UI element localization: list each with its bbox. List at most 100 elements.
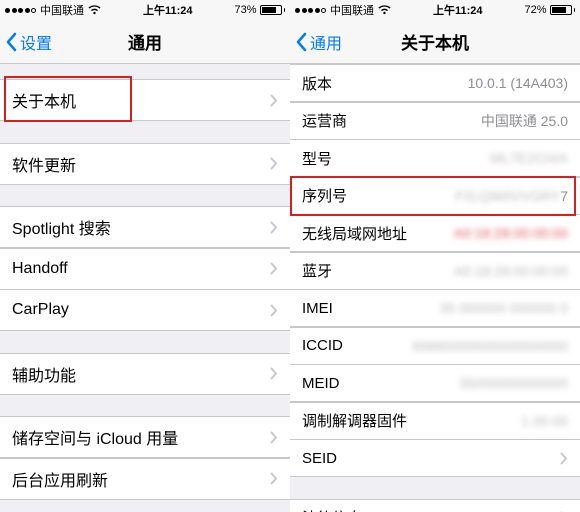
- about-row[interactable]: 蓝牙 A0:18:28:00:00:00: [290, 252, 580, 290]
- nav-bar: 设置 通用: [0, 20, 290, 64]
- row-right: [270, 262, 278, 275]
- chevron-right-icon: [270, 94, 278, 107]
- status-bar: 中国联通 上午11:24 72%: [290, 0, 580, 20]
- chevron-right-icon: [270, 472, 278, 485]
- chevron-right-icon: [270, 367, 278, 380]
- status-carrier: 中国联通: [40, 2, 84, 18]
- about-row[interactable]: SEID: [290, 439, 580, 477]
- settings-row[interactable]: 后台应用刷新: [0, 458, 290, 500]
- row-value: F2LQW0VVGRY7: [455, 188, 568, 204]
- nav-back-label: 设置: [20, 30, 52, 54]
- row-right: A0:18:28:00:00:00: [454, 263, 568, 279]
- status-time: 上午11:24: [143, 2, 193, 18]
- row-value: 1.00.00: [521, 413, 568, 429]
- row-right: 35000000000000: [459, 375, 568, 391]
- battery-icon: [260, 5, 286, 15]
- phone-left-general: 中国联通 上午11:24 73% 设置 通用 关于本机软件更新 Spotlight…: [0, 0, 290, 512]
- nav-title: 通用: [128, 29, 162, 54]
- about-row[interactable]: ICCID 89860000000000000000: [290, 327, 580, 365]
- battery-percent: 72%: [524, 4, 546, 16]
- row-label: 运营商: [302, 110, 347, 131]
- settings-section: 辅助功能: [0, 353, 290, 395]
- row-label: 储存空间与 iCloud 用量: [12, 425, 178, 449]
- settings-row[interactable]: 关于本机: [0, 79, 290, 121]
- row-right: F2LQW0VVGRY7: [455, 188, 568, 204]
- row-right: [560, 452, 568, 465]
- status-carrier: 中国联通: [330, 2, 374, 18]
- chevron-right-icon: [270, 304, 278, 317]
- row-right: [270, 157, 278, 170]
- row-label: Handoff: [12, 260, 68, 278]
- wifi-icon: [88, 5, 101, 15]
- about-row[interactable]: MEID 35000000000000: [290, 364, 580, 402]
- row-value: A0:18:28:00:00:00: [454, 263, 568, 279]
- about-section: 版本 10.0.1 (14A403) 运营商 中国联通 25.0 型号ML7E2CH/A…: [290, 64, 580, 477]
- row-right: 10.0.1 (14A403): [468, 75, 568, 91]
- about-row-legal[interactable]: 法律信息: [290, 499, 580, 512]
- row-label: 蓝牙: [302, 260, 332, 281]
- row-label: 版本: [302, 73, 332, 94]
- row-label: 软件更新: [12, 152, 76, 176]
- settings-row[interactable]: 储存空间与 iCloud 用量: [0, 416, 290, 458]
- about-row[interactable]: 无线局域网地址 A0:18:28:00:00:00: [290, 214, 580, 252]
- status-left: 中国联通: [295, 2, 391, 18]
- settings-section: 储存空间与 iCloud 用量后台应用刷新: [0, 416, 290, 500]
- settings-section: 关于本机: [0, 79, 290, 121]
- settings-list[interactable]: 关于本机软件更新 Spotlight 搜索 Handoff CarPlay 辅助功能储存…: [0, 64, 290, 512]
- settings-section: 软件更新: [0, 143, 290, 185]
- chevron-right-icon: [270, 262, 278, 275]
- about-row[interactable]: 型号ML7E2CH/A: [290, 139, 580, 177]
- nav-back-button[interactable]: 通用: [290, 30, 342, 54]
- row-right: A0:18:28:00:00:00: [454, 225, 568, 241]
- nav-back-button[interactable]: 设置: [0, 30, 52, 54]
- status-right: 73%: [234, 4, 285, 16]
- row-value: 10.0.1 (14A403): [468, 75, 568, 91]
- row-label: MEID: [302, 375, 340, 392]
- signal-dots: [5, 8, 36, 13]
- about-row[interactable]: 调制解调器固件 1.00.00: [290, 402, 580, 440]
- row-label: 无线局域网地址: [302, 223, 407, 244]
- row-right: [270, 472, 278, 485]
- battery-icon: [550, 5, 576, 15]
- status-left: 中国联通: [5, 2, 101, 18]
- row-label: IMEI: [302, 300, 333, 317]
- about-list[interactable]: 版本 10.0.1 (14A403) 运营商 中国联通 25.0 型号ML7E2CH/A…: [290, 64, 580, 512]
- status-time: 上午11:24: [433, 2, 483, 18]
- nav-bar: 通用 关于本机: [290, 20, 580, 64]
- settings-row[interactable]: CarPlay: [0, 289, 290, 331]
- row-right: [270, 304, 278, 317]
- status-right: 72%: [524, 4, 575, 16]
- about-row[interactable]: 版本 10.0.1 (14A403): [290, 64, 580, 102]
- settings-row[interactable]: Handoff: [0, 248, 290, 290]
- about-row[interactable]: 序列号F2LQW0VVGRY7: [290, 177, 580, 215]
- settings-row[interactable]: 软件更新: [0, 143, 290, 185]
- phone-right-about: 中国联通 上午11:24 72% 通用 关于本机 版本 10.0.1 (14A40…: [290, 0, 580, 512]
- row-right: 89860000000000000000: [412, 338, 568, 354]
- battery-percent: 73%: [234, 4, 256, 16]
- row-right: 中国联通 25.0: [481, 111, 568, 131]
- chevron-right-icon: [270, 157, 278, 170]
- chevron-right-icon: [270, 221, 278, 234]
- row-right: 35 000000 000000 0: [440, 300, 568, 316]
- row-value: ML7E2CH/A: [490, 150, 568, 166]
- row-label: SEID: [302, 450, 337, 467]
- row-label: ICCID: [302, 337, 343, 354]
- status-bar: 中国联通 上午11:24 73%: [0, 0, 290, 20]
- settings-section: Spotlight 搜索 Handoff CarPlay: [0, 206, 290, 331]
- settings-row[interactable]: 辅助功能: [0, 353, 290, 395]
- about-row[interactable]: IMEI 35 000000 000000 0: [290, 289, 580, 327]
- settings-row[interactable]: Spotlight 搜索: [0, 206, 290, 248]
- row-label: 后台应用刷新: [12, 467, 108, 491]
- row-label: 调制解调器固件: [302, 410, 407, 431]
- chevron-right-icon: [560, 452, 568, 465]
- row-value: 35 000000 000000 0: [440, 300, 568, 316]
- row-right: [270, 94, 278, 107]
- row-label: CarPlay: [12, 301, 69, 319]
- row-right: [270, 221, 278, 234]
- signal-dots: [295, 8, 326, 13]
- about-row[interactable]: 运营商 中国联通 25.0: [290, 102, 580, 140]
- chevron-left-icon: [295, 32, 307, 52]
- row-label: 关于本机: [12, 88, 76, 112]
- row-right: [270, 431, 278, 444]
- row-value: 89860000000000000000: [412, 338, 568, 354]
